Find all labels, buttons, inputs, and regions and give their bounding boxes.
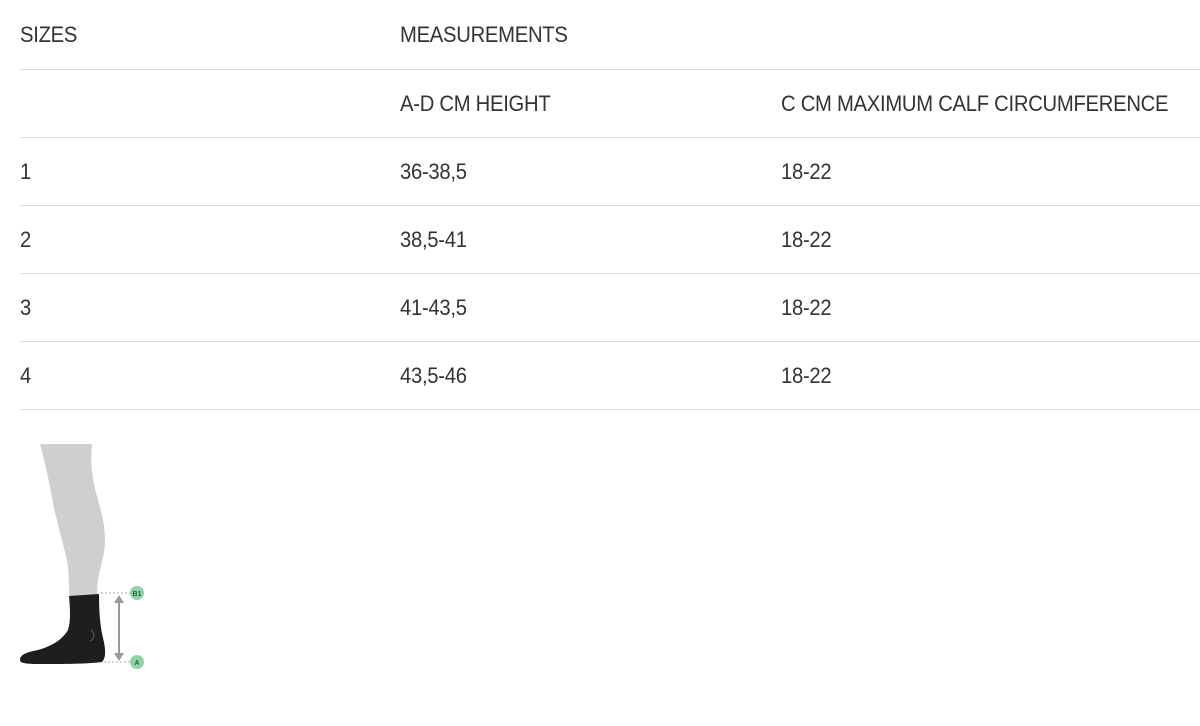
table-subheader-row: A-D CM HEIGHT C CM MAXIMUM CALF CIRCUMFE…: [20, 70, 1200, 138]
size-cell: 4: [20, 362, 31, 388]
sock-shape: [20, 594, 106, 664]
table-row: 3 41-43,5 18-22: [20, 274, 1200, 342]
header-sizes: SIZES: [20, 21, 78, 47]
height-cell: 38,5-41: [400, 226, 467, 252]
table-row: 4 43,5-46 18-22: [20, 342, 1200, 410]
table-row: 2 38,5-41 18-22: [20, 206, 1200, 274]
height-cell: 36-38,5: [400, 158, 467, 184]
table-header-row: SIZES MEASUREMENTS: [20, 0, 1200, 70]
arrow-head-down-icon: [114, 653, 124, 661]
marker-b1-label: B1: [133, 591, 142, 598]
size-cell: 3: [20, 294, 31, 320]
calf-cell: 18-22: [781, 158, 832, 184]
table-row: 1 36-38,5 18-22: [20, 138, 1200, 206]
calf-cell: 18-22: [781, 226, 832, 252]
height-cell: 41-43,5: [400, 294, 467, 320]
size-table: SIZES MEASUREMENTS A-D CM HEIGHT C CM MA…: [20, 0, 1200, 410]
size-cell: 2: [20, 226, 31, 252]
leg-shape: [40, 444, 105, 600]
height-cell: 43,5-46: [400, 362, 467, 388]
header-measurements: MEASUREMENTS: [400, 21, 568, 47]
arrow-head-up-icon: [114, 595, 124, 603]
subheader-height: A-D CM HEIGHT: [400, 90, 551, 116]
leg-measurement-illustration: B1 A: [20, 444, 144, 669]
calf-cell: 18-22: [781, 294, 832, 320]
size-cell: 1: [20, 158, 31, 184]
marker-a-label: A: [134, 660, 139, 667]
calf-cell: 18-22: [781, 362, 832, 388]
subheader-calf: C CM MAXIMUM CALF CIRCUMFERENCE: [781, 90, 1169, 116]
